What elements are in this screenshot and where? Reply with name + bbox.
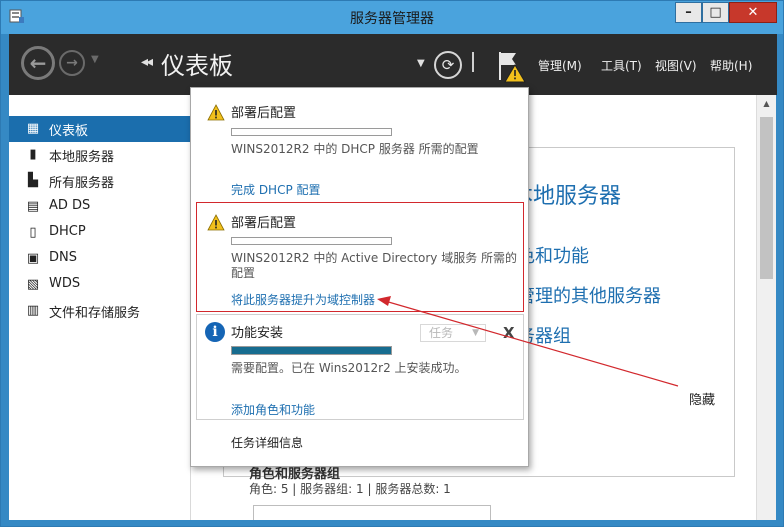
progress-fill — [232, 347, 391, 354]
divider — [472, 52, 474, 72]
menu-view[interactable]: 视图(V) — [655, 57, 697, 74]
breadcrumb-dropdown-icon[interactable]: ▼ — [417, 58, 425, 69]
sidebar-item-label: AD DS — [49, 198, 91, 213]
sidebar-item-dhcp[interactable]: ▯ DHCP — [9, 220, 191, 246]
warning-icon — [207, 214, 225, 231]
notification-title: 部署后配置 — [231, 216, 297, 231]
back-arrow-icon[interactable]: ← — [21, 46, 55, 80]
sidebar-item-label: 仪表板 — [49, 124, 89, 139]
hide-link[interactable]: 隐藏 — [689, 389, 715, 408]
notification-description: 需要配置。已在 Wins2012r2 上安装成功。 — [231, 361, 467, 375]
chevron-down-icon: ▼ — [472, 328, 479, 338]
history-dropdown-icon[interactable]: ▼ — [91, 54, 99, 65]
sidebar-item-label: DNS — [49, 250, 77, 265]
refresh-icon[interactable]: ⟳ — [434, 51, 462, 79]
warning-icon — [207, 104, 225, 121]
title-bar: 服务器管理器 – □ ✕ — [1, 1, 783, 34]
notifications-popup: 部署后配置 WINS2012R2 中的 DHCP 服务器 所需的配置 完成 DH… — [190, 87, 529, 467]
breadcrumb-arrows-icon: ◂◂ — [141, 54, 153, 70]
progress-bar — [231, 346, 392, 355]
notification-title: 部署后配置 — [231, 106, 297, 121]
menu-tools[interactable]: 工具(T) — [601, 57, 642, 74]
minimize-button[interactable]: – — [675, 2, 702, 23]
vertical-scrollbar[interactable]: ▲ — [756, 95, 776, 520]
server-icon: ▮ — [29, 147, 37, 162]
complete-dhcp-config-link[interactable]: 完成 DHCP 配置 — [231, 181, 321, 198]
sidebar-item-label: 所有服务器 — [49, 176, 115, 191]
sidebar-item-dns[interactable]: ▣ DNS — [9, 246, 191, 272]
sidebar: ▦ 仪表板 ▮ 本地服务器 ▙ 所有服务器 ▤ AD DS ▯ DHCP ▣ D… — [9, 95, 191, 520]
progress-bar — [231, 237, 392, 245]
roles-tile[interactable] — [253, 505, 491, 520]
sidebar-item-label: DHCP — [49, 224, 86, 239]
forward-arrow-icon[interactable]: → — [59, 50, 85, 76]
task-dropdown-label: 任务 — [429, 326, 454, 340]
server-manager-window: 服务器管理器 – □ ✕ ← → ▼ ◂◂ 仪表板 ▼ ⟳ 管理(M) 工具(T… — [0, 0, 784, 527]
dashboard-icon: ▦ — [26, 121, 40, 136]
wds-icon: ▧ — [26, 277, 40, 292]
sidebar-item-label: 本地服务器 — [49, 150, 115, 165]
notification-ad-ds: 部署后配置 WINS2012R2 中的 Active Directory 域服务… — [195, 202, 525, 312]
scroll-up-icon[interactable]: ▲ — [757, 95, 776, 113]
add-roles-features-link[interactable]: 添加角色和功能 — [231, 401, 315, 418]
sidebar-item-local-server[interactable]: ▮ 本地服务器 — [9, 142, 191, 168]
roles-summary: 角色: 5 | 服务器组: 1 | 服务器总数: 1 — [249, 482, 451, 496]
close-button[interactable]: ✕ — [729, 2, 777, 23]
notifications-flag-icon[interactable] — [494, 48, 528, 84]
sidebar-item-ad-ds[interactable]: ▤ AD DS — [9, 194, 191, 220]
sidebar-item-dashboard[interactable]: ▦ 仪表板 — [9, 116, 191, 142]
sidebar-item-label: 文件和存储服务 — [49, 306, 141, 321]
task-dropdown[interactable]: 任务 ▼ — [420, 324, 486, 342]
add-other-servers-link[interactable]: 管理的其他服务器 — [517, 282, 661, 308]
task-details-link[interactable]: 任务详细信息 — [231, 434, 303, 451]
sidebar-item-file-storage[interactable]: ▥ 文件和存储服务 — [9, 298, 191, 324]
sidebar-item-wds[interactable]: ▧ WDS — [9, 272, 191, 298]
notification-description: WINS2012R2 中的 DHCP 服务器 所需的配置 — [231, 142, 479, 156]
promote-to-domain-controller-link[interactable]: 将此服务器提升为域控制器 — [231, 291, 375, 308]
menu-help[interactable]: 帮助(H) — [710, 57, 752, 74]
window-title: 服务器管理器 — [350, 11, 434, 27]
dismiss-notification-button[interactable]: X — [503, 324, 515, 342]
file-storage-icon: ▥ — [26, 303, 40, 318]
menu-manage[interactable]: 管理(M) — [538, 57, 582, 74]
notification-description: WINS2012R2 中的 Active Directory 域服务 所需的配置 — [231, 251, 518, 280]
page-title: 仪表板 — [161, 52, 233, 80]
sidebar-item-all-servers[interactable]: ▙ 所有服务器 — [9, 168, 191, 194]
progress-bar — [231, 128, 392, 136]
notification-title: 功能安装 — [231, 326, 284, 341]
dhcp-icon: ▯ — [29, 225, 37, 240]
ad-ds-icon: ▤ — [26, 199, 40, 214]
maximize-button[interactable]: □ — [702, 2, 729, 23]
dns-icon: ▣ — [26, 251, 40, 266]
notification-dhcp: 部署后配置 WINS2012R2 中的 DHCP 服务器 所需的配置 完成 DH… — [195, 88, 525, 202]
sidebar-item-label: WDS — [49, 276, 81, 291]
servers-icon: ▙ — [28, 173, 38, 188]
header-bar: ← → ▼ ◂◂ 仪表板 ▼ ⟳ 管理(M) 工具(T) 视图(V) 帮助(H) — [9, 34, 777, 95]
scroll-thumb[interactable] — [760, 117, 773, 279]
info-icon: i — [205, 322, 225, 342]
